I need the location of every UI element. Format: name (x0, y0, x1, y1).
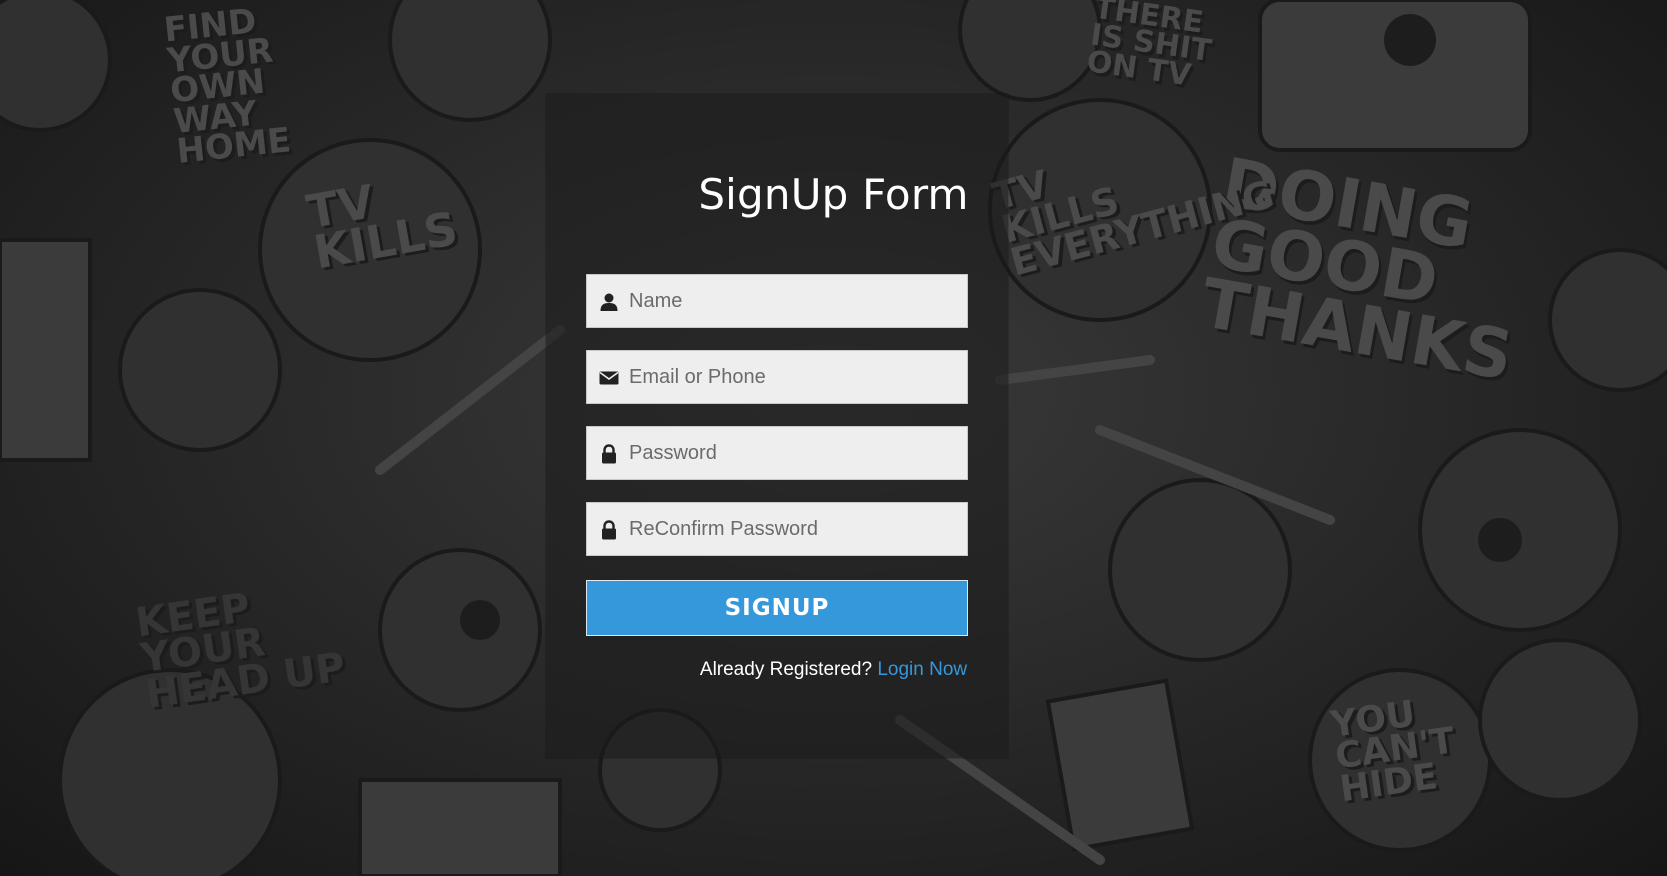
confirm-password-input[interactable] (629, 503, 959, 555)
lock-icon (599, 444, 619, 464)
bg-text-shit-on-tv: THERE IS SHIT ON TV (1084, 0, 1214, 94)
password-input[interactable] (629, 427, 959, 479)
page-title: SignUp Form (698, 170, 969, 219)
login-now-link[interactable]: Login Now (877, 659, 967, 680)
lock-icon (599, 520, 619, 540)
bg-text-find-your-way: FIND YOUR OWN WAY HOME (161, 1, 293, 173)
login-prompt: Already Registered? Login Now (0, 659, 1667, 681)
user-icon (599, 292, 619, 312)
signup-button[interactable]: SIGNUP (586, 580, 968, 636)
name-field[interactable] (586, 274, 968, 328)
name-input[interactable] (629, 275, 959, 327)
already-registered-text: Already Registered? (699, 659, 873, 680)
confirm-password-field[interactable] (586, 502, 968, 556)
envelope-icon (599, 368, 619, 388)
email-field[interactable] (586, 350, 968, 404)
bg-text-you-cant-hide: YOU CAN'T HIDE (1328, 693, 1458, 811)
password-field[interactable] (586, 426, 968, 480)
email-input[interactable] (629, 351, 959, 403)
